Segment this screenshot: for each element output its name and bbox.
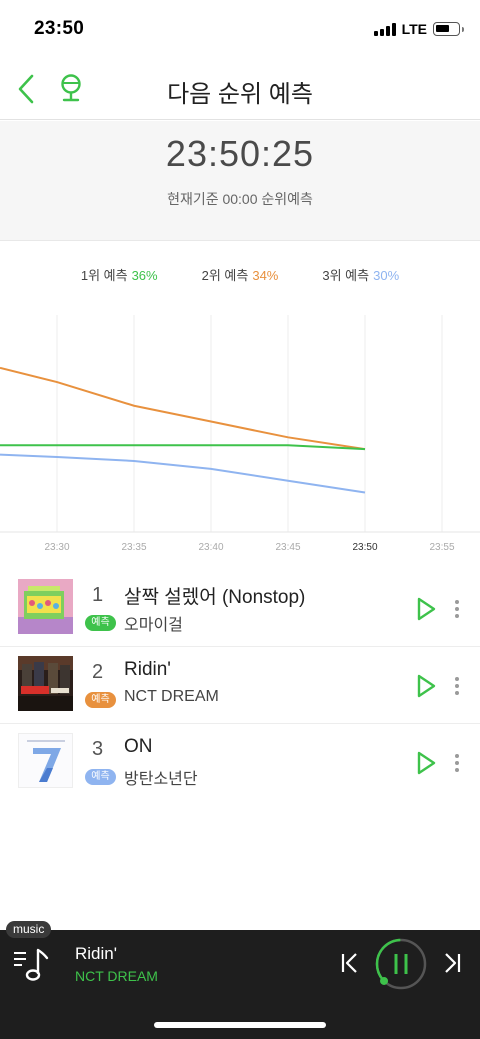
- album-art[interactable]: [18, 656, 73, 711]
- music-tag: music: [6, 921, 52, 938]
- prediction-line-chart: 23:30 23:35 23:40 23:45 23:50 23:55: [0, 315, 480, 553]
- legend-value: 30%: [373, 268, 400, 283]
- song-title[interactable]: Ridin': [124, 659, 171, 681]
- artist-name[interactable]: 방탄소년단: [124, 765, 198, 789]
- status-time: 23:50: [34, 18, 85, 39]
- series-line-3: [0, 453, 366, 494]
- home-indicator: [154, 1022, 326, 1028]
- countdown-subtitle: 현재기준 00:00 순위예측: [167, 191, 313, 207]
- legend-label: 3위 예측: [322, 268, 370, 283]
- battery-icon: [433, 22, 464, 36]
- next-track-icon: [445, 953, 461, 973]
- next-button[interactable]: [440, 950, 464, 976]
- rank-number: 3: [92, 738, 104, 760]
- x-tick-label: 23:40: [198, 542, 223, 553]
- signal-icon: [373, 22, 396, 36]
- prediction-badge: 예측: [85, 692, 116, 708]
- ranking-row-2[interactable]: 2 Ridin' 예측 NCT DREAM: [0, 647, 480, 724]
- status-icons: LTE: [373, 20, 464, 38]
- x-tick-label: 23:50: [352, 542, 377, 553]
- ranking-list: 1 살짝 설렜어 (Nonstop) 예측 오마이걸 2 Ridin' 예측 N…: [0, 570, 480, 801]
- more-options-button[interactable]: [448, 675, 466, 697]
- artist-name[interactable]: NCT DREAM: [124, 688, 219, 706]
- header: 다음 순위 예측: [0, 58, 480, 120]
- prediction-badge: 예측: [85, 769, 116, 785]
- previous-track-icon: [341, 953, 357, 973]
- now-playing-title[interactable]: Ridin': [75, 944, 117, 964]
- page-title: 다음 순위 예측: [167, 81, 313, 108]
- countdown-time: 23:50:25: [165, 133, 315, 174]
- series-line-1: [0, 366, 366, 451]
- artist-name[interactable]: 오마이걸: [124, 611, 183, 635]
- play-button[interactable]: [414, 750, 438, 776]
- legend-value: 36%: [131, 268, 158, 283]
- song-title[interactable]: ON: [124, 736, 153, 758]
- legend-item-1: 1위 예측 36%: [81, 265, 158, 284]
- x-tick-label: 23:35: [121, 542, 146, 553]
- prediction-badge: 예측: [85, 615, 116, 631]
- pause-button[interactable]: [374, 937, 428, 991]
- more-options-button[interactable]: [448, 752, 466, 774]
- play-icon: [417, 674, 436, 698]
- legend-value: 34%: [252, 268, 279, 283]
- x-tick-label: 23:55: [429, 542, 454, 553]
- x-tick-label: 23:45: [275, 542, 300, 553]
- play-icon: [417, 597, 436, 621]
- playlist-button[interactable]: [12, 944, 52, 984]
- ranking-row-3[interactable]: 3 ON 예측 방탄소년단: [0, 724, 480, 801]
- rank-number: 1: [92, 584, 104, 606]
- more-options-button[interactable]: [448, 598, 466, 620]
- ranking-row-1[interactable]: 1 살짝 설렜어 (Nonstop) 예측 오마이걸: [0, 570, 480, 647]
- pause-icon: [375, 938, 427, 990]
- album-art[interactable]: [18, 733, 73, 788]
- album-art[interactable]: [18, 579, 73, 634]
- legend-item-2: 2위 예측 34%: [202, 265, 279, 284]
- play-icon: [417, 751, 436, 775]
- legend-label: 2위 예측: [201, 268, 249, 283]
- series-line-2: [0, 444, 366, 451]
- chart-legend: 1위 예측 36% 2위 예측 34% 3위 예측 30%: [0, 265, 480, 284]
- playlist-note-icon: [14, 948, 49, 981]
- network-label: LTE: [401, 21, 427, 37]
- x-tick-label: 23:30: [44, 542, 69, 553]
- previous-button[interactable]: [338, 950, 362, 976]
- play-button[interactable]: [414, 596, 438, 622]
- legend-label: 1위 예측: [80, 268, 128, 283]
- status-bar: 23:50 LTE: [0, 0, 480, 58]
- play-button[interactable]: [414, 673, 438, 699]
- song-title[interactable]: 살짝 설렜어 (Nonstop): [124, 582, 305, 609]
- countdown-panel: 23:50:25 현재기준 00:00 순위예측: [0, 121, 480, 241]
- mini-player[interactable]: Ridin' NCT DREAM: [0, 930, 480, 1039]
- legend-item-3: 3위 예측 30%: [322, 265, 399, 284]
- rank-number: 2: [92, 661, 104, 683]
- now-playing-artist[interactable]: NCT DREAM: [75, 968, 158, 984]
